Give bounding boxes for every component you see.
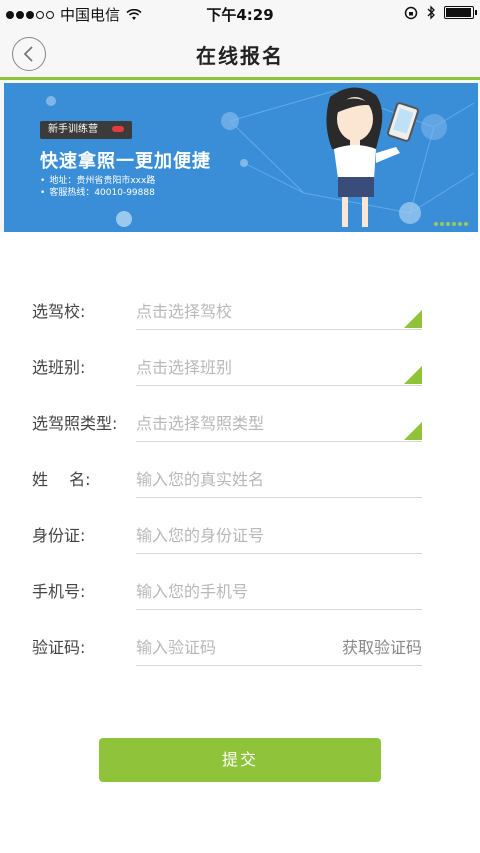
school-placeholder: 点击选择驾校 bbox=[136, 302, 233, 321]
verification-code-input[interactable]: 输入验证码 获取验证码 bbox=[136, 626, 422, 666]
phone-label: 手机号: bbox=[32, 582, 86, 601]
banner-tag: 新手训练营 bbox=[40, 121, 132, 139]
registration-form: 选驾校: 点击选择驾校 选班别: 点击选择班别 选驾照类型: 点击选择驾照类型 … bbox=[0, 232, 480, 853]
dropdown-triangle-icon bbox=[404, 422, 422, 440]
promo-banner[interactable]: 新手训练营 快速拿照一更加便捷 地址：贵州省贵阳市xxx路 客服热线：40010… bbox=[4, 83, 478, 232]
school-select-row: 选驾校: 点击选择驾校 bbox=[32, 290, 422, 330]
license-type-label: 选驾照类型: bbox=[32, 414, 118, 433]
battery-icon bbox=[444, 6, 477, 19]
class-placeholder: 点击选择班别 bbox=[136, 358, 233, 377]
battery-level bbox=[446, 8, 471, 17]
license-type-placeholder: 点击选择驾照类型 bbox=[136, 414, 265, 433]
class-select-row: 选班别: 点击选择班别 bbox=[32, 346, 422, 386]
nav-bar: 在线报名 bbox=[0, 28, 480, 80]
id-card-placeholder: 输入您的身份证号 bbox=[136, 526, 265, 545]
name-label: 姓 名: bbox=[32, 470, 91, 489]
tag-mark bbox=[112, 126, 124, 132]
school-label: 选驾校: bbox=[32, 302, 86, 321]
phone-input[interactable]: 输入您的手机号 bbox=[136, 570, 422, 610]
license-type-select-row: 选驾照类型: 点击选择驾照类型 bbox=[32, 402, 422, 442]
status-bar: 中国电信 下午4:29 bbox=[0, 0, 480, 28]
school-select[interactable]: 点击选择驾校 bbox=[136, 290, 422, 330]
banner-title: 快速拿照一更加便捷 bbox=[40, 151, 211, 172]
id-card-row: 身份证: 输入您的身份证号 bbox=[32, 514, 422, 554]
class-label: 选班别: bbox=[32, 358, 86, 377]
get-code-button[interactable]: 获取验证码 bbox=[342, 634, 422, 658]
name-placeholder: 输入您的真实姓名 bbox=[136, 470, 265, 489]
phone-placeholder: 输入您的手机号 bbox=[136, 582, 249, 601]
id-card-label: 身份证: bbox=[32, 526, 86, 545]
class-select[interactable]: 点击选择班别 bbox=[136, 346, 422, 386]
verification-code-label: 验证码: bbox=[32, 638, 86, 657]
verification-code-placeholder: 输入验证码 bbox=[136, 638, 217, 657]
verification-code-row: 验证码: 输入验证码 获取验证码 bbox=[32, 626, 422, 666]
phone-row: 手机号: 输入您的手机号 bbox=[32, 570, 422, 610]
banner-hotline: 客服热线：40010-99888 bbox=[40, 185, 155, 198]
bluetooth-icon bbox=[427, 5, 435, 20]
dropdown-triangle-icon bbox=[404, 366, 422, 384]
banner-page-indicator bbox=[434, 222, 468, 226]
name-row: 姓 名: 输入您的真实姓名 bbox=[32, 458, 422, 498]
dropdown-triangle-icon bbox=[404, 310, 422, 328]
status-right bbox=[404, 5, 477, 20]
rotation-lock-icon bbox=[404, 6, 418, 19]
page-title: 在线报名 bbox=[196, 44, 284, 68]
submit-button[interactable]: 提交 bbox=[99, 738, 381, 782]
id-card-input[interactable]: 输入您的身份证号 bbox=[136, 514, 422, 554]
name-input[interactable]: 输入您的真实姓名 bbox=[136, 458, 422, 498]
license-type-select[interactable]: 点击选择驾照类型 bbox=[136, 402, 422, 442]
